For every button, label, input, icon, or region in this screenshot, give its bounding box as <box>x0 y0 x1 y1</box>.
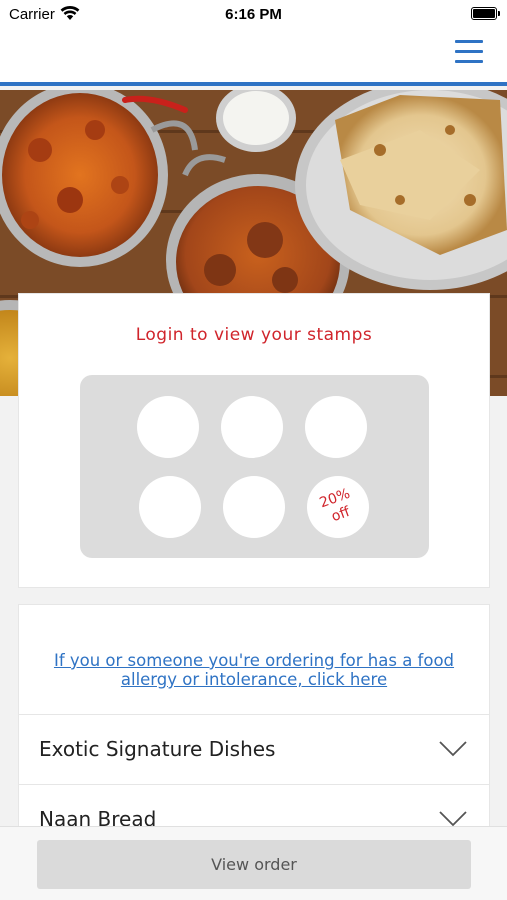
allergy-link-line-1: If you or someone you're ordering for ha… <box>53 651 455 670</box>
stamp-slot <box>305 396 367 458</box>
chevron-down-icon <box>439 811 467 827</box>
chevron-down-icon <box>439 741 467 757</box>
bottom-action-bar: View order <box>0 826 507 900</box>
allergy-info-link[interactable]: If you or someone you're ordering for ha… <box>39 651 469 689</box>
clock: 6:16 PM <box>225 6 282 23</box>
stamp-slot <box>139 476 201 538</box>
view-order-button[interactable]: View order <box>37 840 471 889</box>
category-label: Exotic Signature Dishes <box>39 737 276 761</box>
stamp-slot <box>137 396 199 458</box>
top-navigation-bar <box>0 28 507 86</box>
battery-icon <box>471 7 500 20</box>
allergy-link-line-2: allergy or intolerance, click here <box>120 670 388 689</box>
stamp-grid: 20% off <box>80 375 429 558</box>
category-row-exotic-signature-dishes[interactable]: Exotic Signature Dishes <box>19 714 489 784</box>
status-bar: Carrier 6:16 PM <box>0 0 507 28</box>
stamp-card-title[interactable]: Login to view your stamps <box>19 325 489 345</box>
loyalty-stamp-card: Login to view your stamps 20% off <box>18 293 490 588</box>
reward-label: 20% off <box>303 480 373 533</box>
hamburger-menu-icon[interactable] <box>455 40 483 64</box>
stamp-slot <box>221 396 283 458</box>
stamp-slot <box>223 476 285 538</box>
reward-stamp-slot: 20% off <box>307 476 369 538</box>
